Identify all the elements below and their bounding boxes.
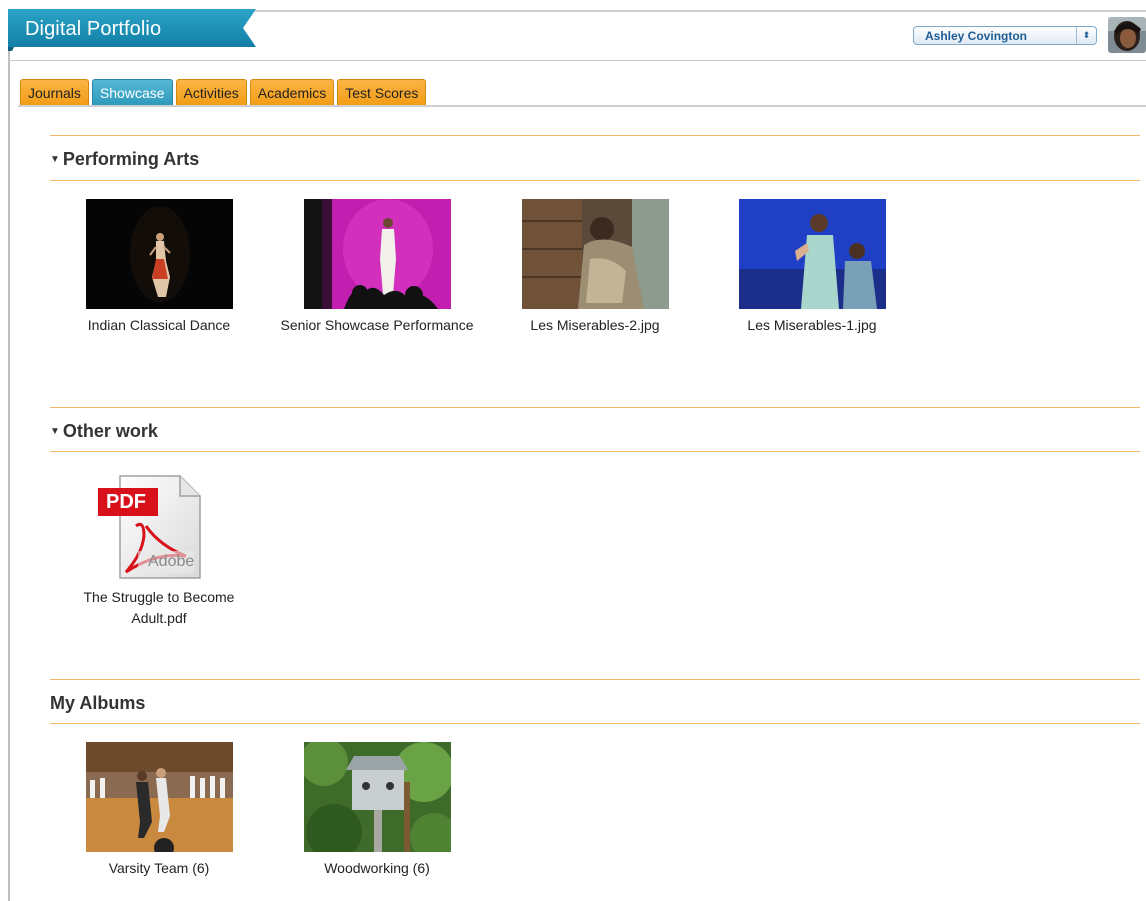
app-title: Digital Portfolio [25,18,162,40]
album-caption[interactable]: Woodworking (6) [257,858,497,879]
album-thumbnail-woodworking[interactable] [304,742,451,852]
select-arrows-icon: ⬍ [1076,27,1096,44]
album-caption[interactable]: Varsity Team (6) [39,858,279,879]
user-select-value: Ashley Covington [925,29,1028,43]
section-divider [50,451,1140,452]
tab-academics[interactable]: Academics [249,79,335,106]
user-select[interactable]: Ashley Covington ⬍ [913,26,1097,45]
thumbnail-senior-showcase[interactable] [304,199,451,309]
pdf-icon[interactable]: PDF Adobe [96,474,206,582]
pdf-icon-label: PDF [106,491,146,513]
thumbnail-les-miserables-1[interactable] [739,199,886,309]
thumbnail-caption[interactable]: Les Miserables-2.jpg [475,315,715,336]
tab-test-scores[interactable]: Test Scores [337,79,427,106]
section-divider [50,135,1140,136]
tabs-divider [18,105,1146,107]
tab-activities[interactable]: Activities [175,79,247,106]
section-title: My Albums [50,693,146,713]
section-title: Other work [62,421,158,441]
section-divider [50,679,1140,680]
section-divider [50,180,1140,181]
section-header-other-work[interactable]: ▼ Other work [50,421,158,442]
app-title-ribbon: Digital Portfolio [8,9,258,51]
section-title: Performing Arts [62,149,200,169]
thumbnail-caption[interactable]: Les Miserables-1.jpg [692,315,932,336]
thumbnail-caption[interactable]: Senior Showcase Performance [257,315,497,336]
section-divider [50,407,1140,408]
window-left-border [8,10,10,901]
album-thumbnail-varsity-team[interactable] [86,742,233,852]
file-caption-line: The Struggle to Become [83,589,235,605]
avatar[interactable] [1108,17,1146,53]
collapse-caret-icon[interactable]: ▼ [50,154,60,165]
thumbnail-indian-classical-dance[interactable] [86,199,233,309]
tab-journals[interactable]: Journals [20,79,89,106]
collapse-caret-icon[interactable]: ▼ [50,426,60,437]
thumbnail-les-miserables-2[interactable] [522,199,669,309]
tab-showcase[interactable]: Showcase [91,79,173,106]
pdf-icon-brand: Adobe [148,553,195,570]
section-header-performing-arts[interactable]: ▼ Performing Arts [50,149,199,170]
thumbnail-caption[interactable]: Indian Classical Dance [39,315,279,336]
file-caption-line: Adult.pdf [131,610,187,626]
header-divider [8,60,1146,61]
section-divider [50,723,1140,724]
tab-bar: Journals Showcase Activities Academics T… [20,79,427,106]
section-header-my-albums: My Albums [50,693,145,714]
file-caption[interactable]: The Struggle to Become Adult.pdf [39,587,279,629]
